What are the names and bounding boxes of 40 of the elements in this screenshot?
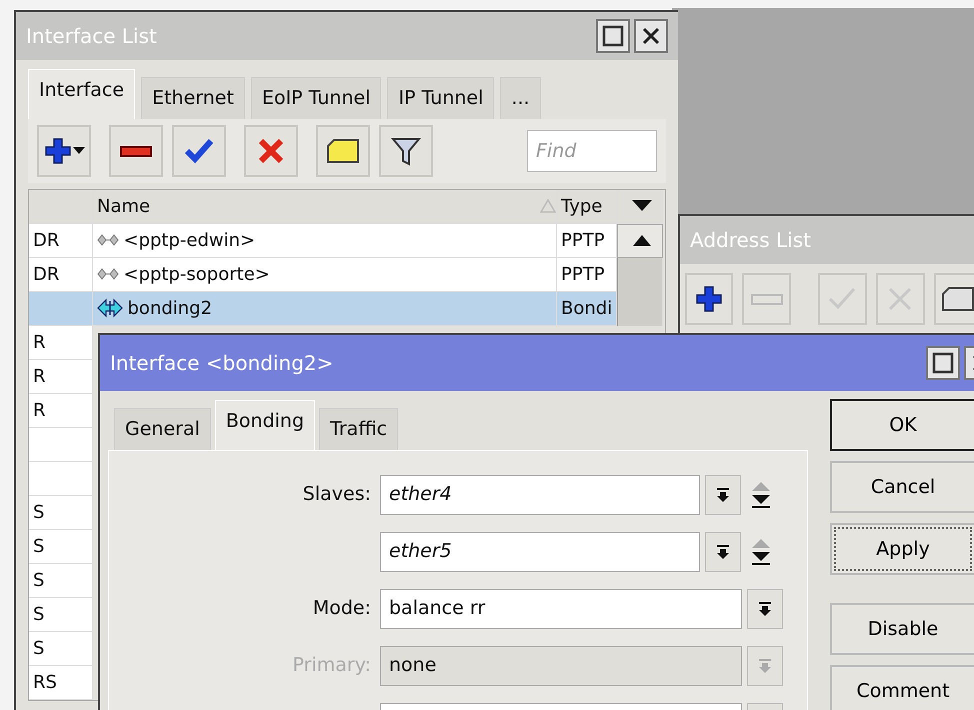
find-field[interactable]: Find bbox=[527, 130, 657, 172]
input-field[interactable]: ether5 bbox=[380, 532, 700, 572]
dialog-button[interactable]: Cancel bbox=[830, 461, 974, 513]
table-cell: R bbox=[29, 394, 93, 428]
table-cell: S bbox=[29, 632, 93, 666]
dropdown-field[interactable]: balance rr bbox=[380, 588, 742, 628]
dialog-button[interactable]: Disable bbox=[830, 603, 974, 655]
table-cell: R bbox=[29, 360, 93, 394]
window-title: Interface <bonding2> bbox=[110, 350, 334, 377]
window-title: Address List bbox=[690, 227, 811, 254]
tab[interactable]: IP Tunnel bbox=[387, 77, 494, 118]
table-cell: S bbox=[29, 530, 93, 564]
window-title: Interface List bbox=[26, 23, 157, 50]
field-label: Slaves: bbox=[302, 483, 371, 506]
field-label: Mode: bbox=[312, 597, 371, 620]
tab[interactable]: Interface bbox=[28, 69, 136, 118]
tab[interactable]: EoIP Tunnel bbox=[250, 77, 382, 118]
interface-type: PPTP bbox=[561, 228, 605, 252]
table-cell: DR bbox=[29, 258, 93, 292]
interface-type: PPTP bbox=[561, 262, 605, 286]
tab[interactable]: Traffic bbox=[319, 408, 398, 450]
tab[interactable]: Bonding bbox=[214, 400, 316, 450]
table-cell: DR bbox=[29, 224, 93, 258]
tab[interactable]: General bbox=[114, 408, 211, 450]
interface-name[interactable]: bonding2 bbox=[128, 294, 212, 322]
interface-type: Bondi bbox=[561, 296, 612, 320]
column-header[interactable]: Type bbox=[561, 192, 602, 220]
table-cell: R bbox=[29, 326, 93, 360]
input-field[interactable]: ether4 bbox=[380, 474, 700, 514]
tab[interactable]: ... bbox=[500, 77, 541, 118]
dialog-button[interactable]: OK bbox=[830, 399, 974, 451]
column-header[interactable]: Name bbox=[97, 192, 150, 220]
table-cell: S bbox=[29, 496, 93, 530]
tab[interactable]: Ethernet bbox=[141, 77, 245, 118]
table-cell: S bbox=[29, 598, 93, 632]
dialog-button[interactable]: Apply bbox=[830, 523, 974, 575]
field-label: Primary: bbox=[292, 654, 371, 676]
table-cell: S bbox=[29, 564, 93, 598]
table-cell: RS bbox=[29, 666, 93, 700]
dialog-button[interactable]: Comment bbox=[830, 665, 974, 710]
